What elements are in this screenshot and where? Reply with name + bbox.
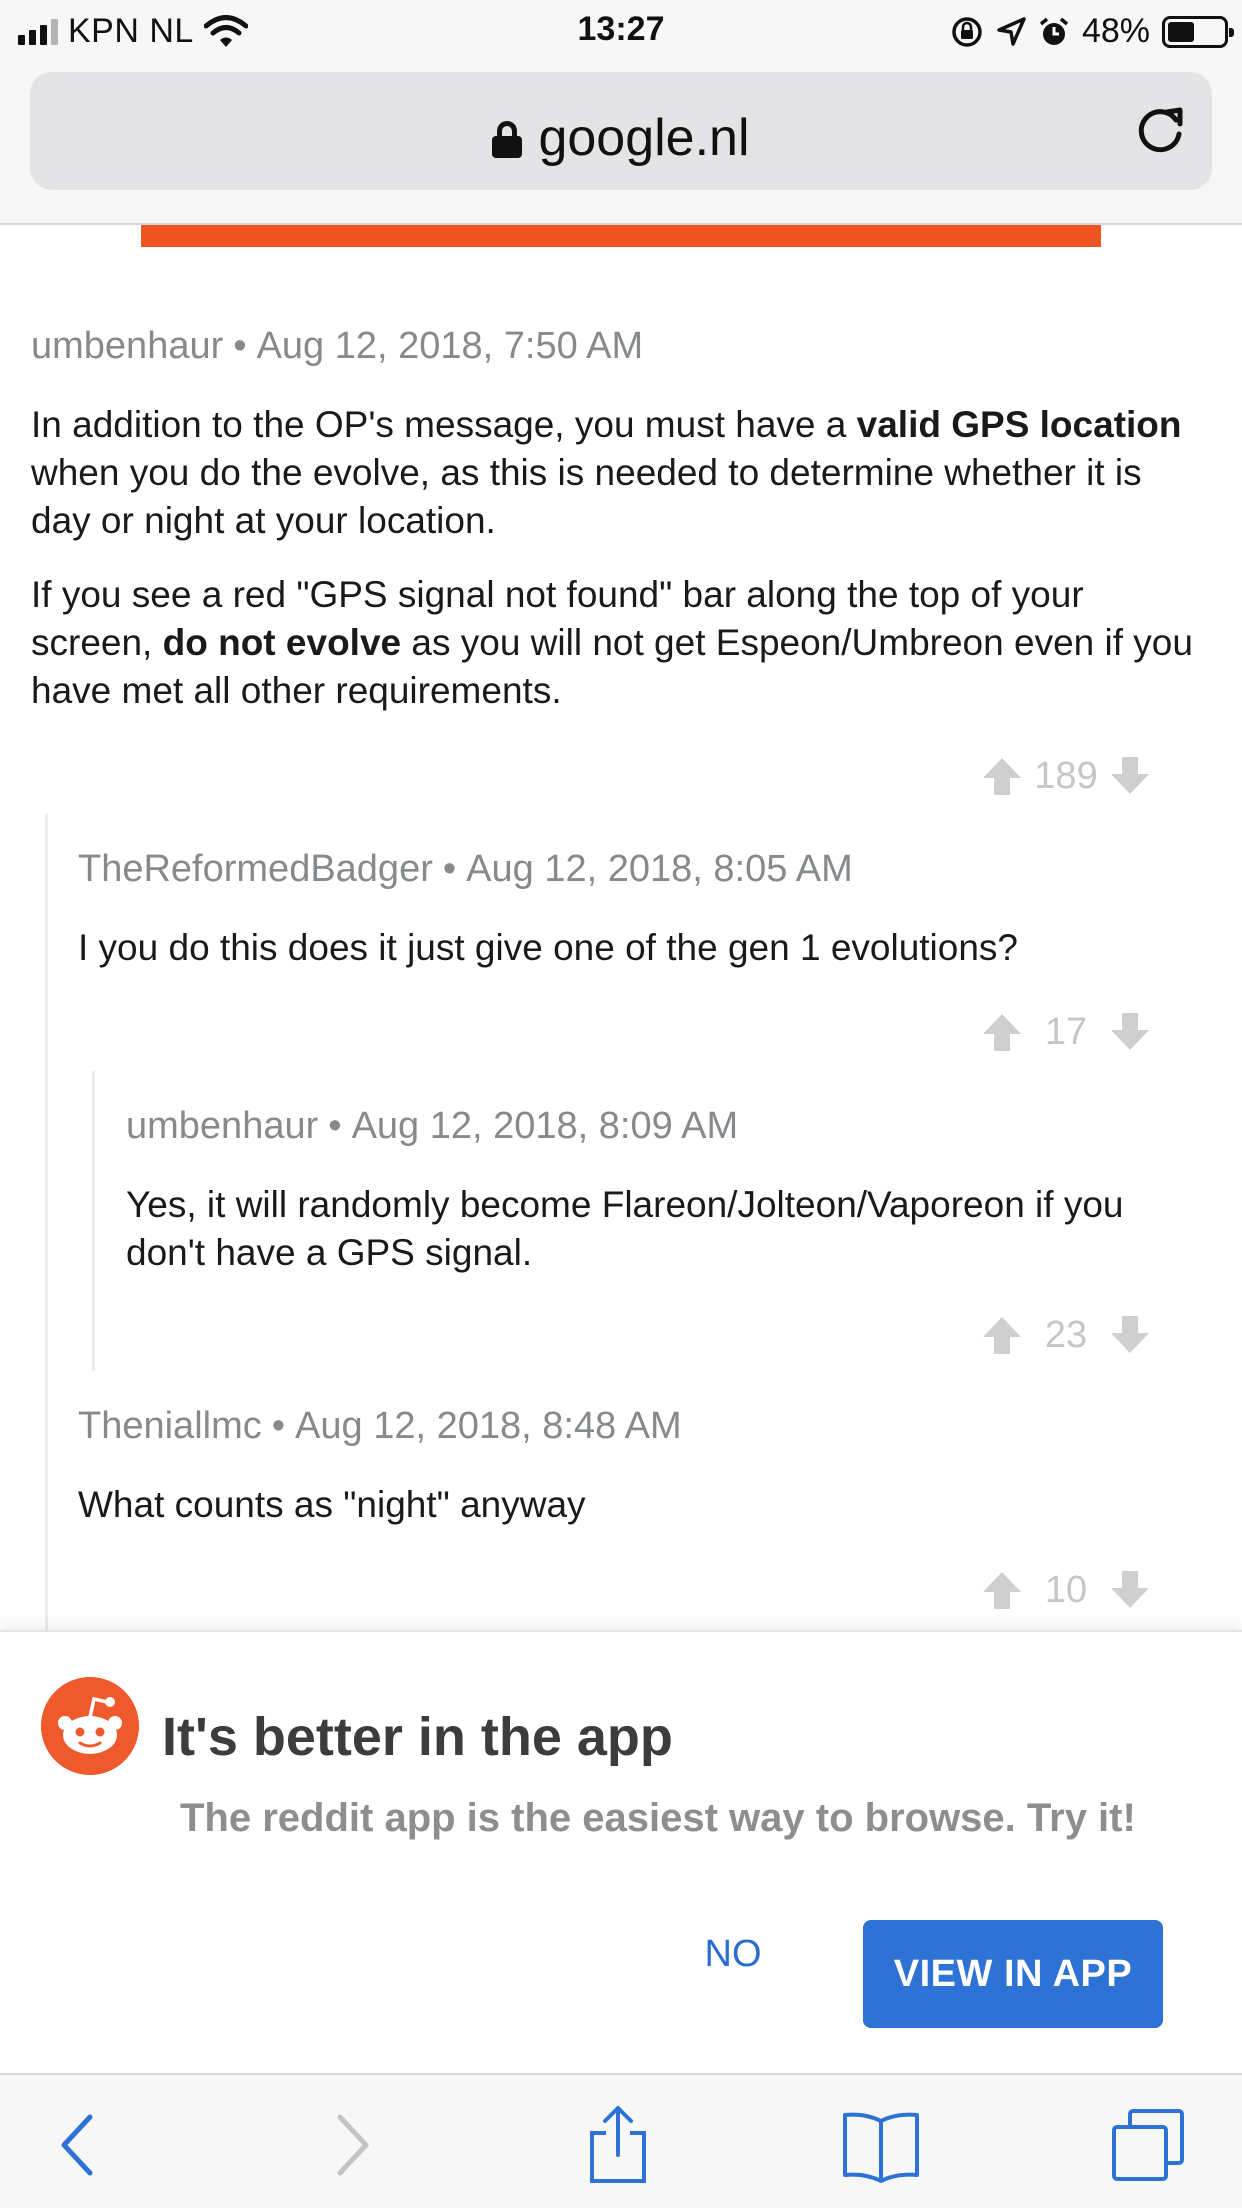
comment-author[interactable]: umbenhaur (31, 325, 223, 367)
upvote-icon[interactable] (980, 754, 1024, 798)
no-button[interactable]: NO (668, 1924, 798, 1984)
vote-score: 17 (1044, 1010, 1088, 1053)
tabs-icon[interactable] (1108, 2105, 1188, 2185)
app-install-banner: It's better in the app The reddit app is… (0, 1630, 1242, 2073)
comment-body: Yes, it will randomly become Flareon/Jol… (126, 1184, 1124, 1273)
downvote-icon[interactable] (1108, 754, 1152, 798)
comment-date: Aug 12, 2018, 8:48 AM (295, 1405, 682, 1447)
reload-icon[interactable] (1130, 100, 1190, 160)
vote-controls: 10 (980, 1568, 1152, 1612)
comment: TheReformedBadger • Aug 12, 2018, 8:05 AM … (78, 848, 1208, 972)
comment-meta: Theniallmc • Aug 12, 2018, 8:48 AM (78, 1405, 682, 1447)
comment-body: What counts as "night" anyway (78, 1484, 586, 1525)
comment-meta: umbenhaur • Aug 12, 2018, 8:09 AM (126, 1105, 739, 1147)
comment-author[interactable]: umbenhaur (126, 1105, 318, 1147)
comment-date: Aug 12, 2018, 8:05 AM (466, 848, 853, 890)
battery-icon (1162, 15, 1234, 48)
share-icon[interactable] (578, 2105, 658, 2185)
comment: Theniallmc • Aug 12, 2018, 8:48 AM What co… (78, 1405, 1208, 1529)
alarm-icon (1039, 17, 1069, 45)
comment: umbenhaur • Aug 12, 2018, 8:09 AM Yes, it … (126, 1105, 1206, 1277)
bookmarks-icon[interactable] (841, 2105, 921, 2185)
view-in-app-button[interactable]: VIEW IN APP (863, 1920, 1163, 2028)
downvote-icon[interactable] (1108, 1010, 1152, 1054)
comment: umbenhaur • Aug 12, 2018, 7:50 AM In addit… (31, 325, 1211, 715)
upvote-icon[interactable] (980, 1313, 1024, 1357)
downvote-icon[interactable] (1108, 1568, 1152, 1612)
reddit-logo-icon (41, 1677, 139, 1775)
comment-body: In addition to the OP's message, you mus… (31, 404, 1193, 711)
post-image-edge (141, 225, 1101, 247)
rotation-lock-icon (952, 16, 982, 47)
comment-date: Aug 12, 2018, 7:50 AM (256, 325, 644, 367)
vote-score: 10 (1044, 1568, 1088, 1611)
url-text: google.nl (538, 109, 750, 167)
comment-date: Aug 12, 2018, 8:09 AM (351, 1105, 739, 1147)
location-icon (997, 16, 1026, 46)
comment-meta: umbenhaur • Aug 12, 2018, 7:50 AM (31, 325, 644, 367)
address-bar[interactable]: google.nl (30, 72, 1212, 190)
thread-line (92, 1071, 95, 1371)
back-icon[interactable] (38, 2105, 118, 2185)
upvote-icon[interactable] (980, 1010, 1024, 1054)
vote-controls: 23 (980, 1313, 1152, 1357)
battery-percentage: 48% (1081, 12, 1150, 50)
app-banner-title: It's better in the app (162, 1707, 673, 1767)
browser-address-area: google.nl (0, 62, 1242, 225)
comment-author[interactable]: TheReformedBadger (78, 848, 433, 890)
forward-icon[interactable] (312, 2105, 392, 2185)
app-banner-description: The reddit app is the easiest way to bro… (180, 1796, 1136, 1840)
upvote-icon[interactable] (980, 1568, 1024, 1612)
vote-controls: 17 (980, 1010, 1152, 1054)
downvote-icon[interactable] (1108, 1313, 1152, 1357)
comment-author[interactable]: Theniallmc (78, 1405, 262, 1447)
vote-score: 23 (1044, 1313, 1088, 1356)
comment-meta: TheReformedBadger • Aug 12, 2018, 8:05 AM (78, 848, 853, 890)
status-bar: KPN NL 13:27 48% (0, 0, 1242, 62)
thread-line (45, 814, 48, 1630)
browser-toolbar (0, 2073, 1242, 2208)
lock-icon (492, 121, 523, 158)
vote-score: 189 (1034, 754, 1098, 797)
vote-controls: 189 (980, 754, 1152, 798)
comment-body: I you do this does it just give one of t… (78, 927, 1019, 968)
